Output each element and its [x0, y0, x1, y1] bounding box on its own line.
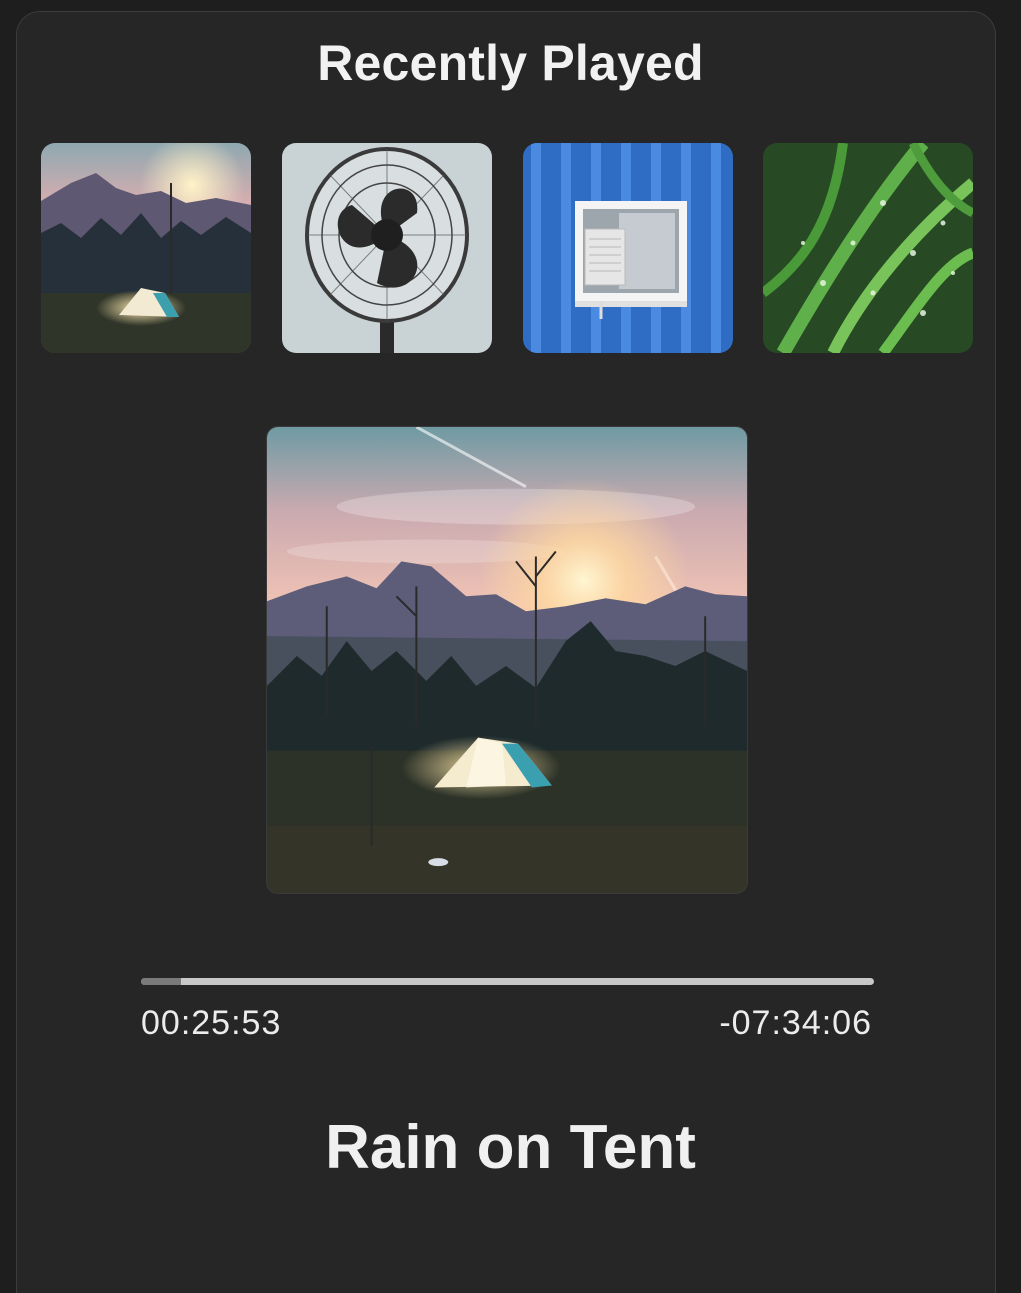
electric-fan-thumbnail-icon [282, 143, 492, 353]
now-playing-artwork [266, 426, 748, 894]
track-title: Rain on Tent [325, 1113, 696, 1182]
wet-grass-thumbnail-icon [763, 143, 973, 353]
recent-item-grass[interactable] [763, 143, 973, 353]
recent-item-air-conditioner[interactable] [523, 143, 733, 353]
elapsed-time: 00:25:53 [141, 1004, 282, 1042]
recent-item-tent[interactable] [41, 143, 251, 353]
window-air-conditioner-thumbnail-icon [523, 143, 733, 353]
recent-item-fan[interactable] [282, 143, 492, 353]
progress-slider-fill [141, 978, 181, 985]
tent-sunset-artwork-icon [267, 427, 747, 893]
page-title: Recently Played [317, 35, 704, 91]
progress-slider[interactable] [141, 978, 874, 985]
remaining-time: -07:34:06 [719, 1004, 872, 1042]
tent-sunset-thumbnail-icon [41, 143, 251, 353]
